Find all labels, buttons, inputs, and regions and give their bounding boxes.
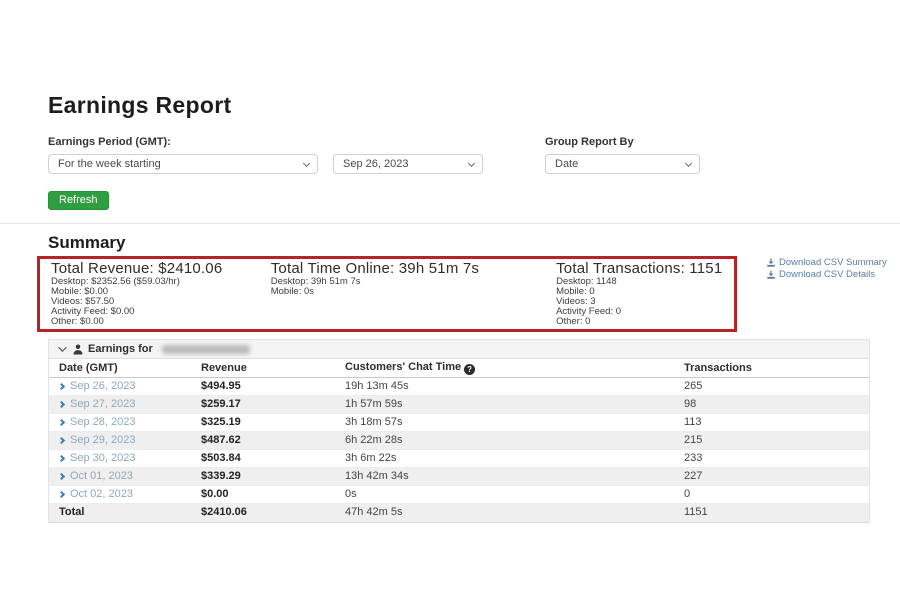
chevron-right-icon (58, 455, 65, 462)
chevron-right-icon (58, 401, 65, 408)
period-type-select[interactable]: For the week starting (48, 154, 318, 174)
revenue-cell: $325.19 (191, 413, 335, 431)
col-header-chat-time: Customers' Chat Time? (335, 359, 674, 377)
time-mobile-line: Mobile: 0s (271, 287, 545, 297)
earnings-for-label: Earnings for (88, 343, 153, 355)
col-header-transactions: Transactions (674, 359, 869, 377)
total-chat-time-cell: 47h 42m 5s (335, 503, 674, 521)
date-link[interactable]: Oct 01, 2023 (59, 470, 133, 482)
date-link[interactable]: Sep 27, 2023 (59, 398, 135, 410)
table-row: Oct 02, 2023 $0.00 0s 0 (49, 485, 869, 503)
revenue-cell: $259.17 (191, 395, 335, 413)
chevron-down-icon (685, 160, 692, 167)
earnings-period-label: Earnings Period (GMT): (48, 136, 483, 149)
revenue-cell: $0.00 (191, 485, 335, 503)
revenue-cell: $494.95 (191, 377, 335, 395)
download-icon (766, 270, 776, 280)
revenue-cell: $487.62 (191, 431, 335, 449)
transactions-cell: 233 (674, 449, 869, 467)
date-link[interactable]: Sep 29, 2023 (59, 434, 135, 446)
filters-bar: Earnings Period (GMT): For the week star… (48, 136, 870, 174)
total-transactions-cell: 1151 (674, 503, 869, 521)
date-link[interactable]: Oct 02, 2023 (59, 488, 133, 500)
chat-time-cell: 3h 18m 57s (335, 413, 674, 431)
summary-highlight-box: Total Revenue: $2410.06 Desktop: $2352.5… (37, 256, 737, 332)
summary-section: Total Revenue: $2410.06 Desktop: $2352.5… (48, 256, 870, 332)
transactions-cell: 113 (674, 413, 869, 431)
earnings-table-header-row: Date (GMT) Revenue Customers' Chat Time?… (49, 359, 869, 377)
total-revenue-title: Total Revenue: $2410.06 (51, 260, 260, 277)
page-title: Earnings Report (48, 92, 870, 118)
period-type-select-value: For the week starting (58, 158, 161, 170)
col-header-revenue: Revenue (191, 359, 335, 377)
total-revenue-cell: $2410.06 (191, 503, 335, 521)
chat-time-cell: 6h 22m 28s (335, 431, 674, 449)
total-time-online-block: Total Time Online: 39h 51m 7s Desktop: 3… (260, 260, 545, 327)
redacted-username (162, 345, 250, 354)
date-link[interactable]: Sep 28, 2023 (59, 416, 135, 428)
date-link[interactable]: Sep 26, 2023 (59, 380, 135, 392)
earnings-report-page: Earnings Report Earnings Period (GMT): F… (0, 92, 900, 600)
total-transactions-title: Total Transactions: 1151 (556, 260, 734, 277)
table-row: Sep 27, 2023 $259.17 1h 57m 59s 98 (49, 395, 869, 413)
person-icon (73, 344, 83, 355)
download-csv-summary-label: Download CSV Summary (779, 257, 887, 269)
chevron-right-icon (58, 437, 65, 444)
col-header-date: Date (GMT) (49, 359, 191, 377)
download-csv-summary-link[interactable]: Download CSV Summary (766, 257, 900, 269)
period-date-select-value: Sep 26, 2023 (343, 158, 408, 170)
group-by-select[interactable]: Date (545, 154, 700, 174)
chat-time-cell: 3h 6m 22s (335, 449, 674, 467)
table-row: Sep 26, 2023 $494.95 19h 13m 45s 265 (49, 377, 869, 395)
chevron-right-icon (58, 473, 65, 480)
transactions-cell: 227 (674, 467, 869, 485)
total-label: Total (49, 503, 191, 521)
total-transactions-block: Total Transactions: 1151 Desktop: 1148 M… (545, 260, 734, 327)
summary-heading: Summary (48, 233, 870, 253)
chevron-right-icon (58, 383, 65, 390)
earnings-table-header-bar[interactable]: Earnings for (49, 340, 869, 359)
chevron-down-icon (303, 160, 310, 167)
transactions-cell: 265 (674, 377, 869, 395)
group-report-by-label: Group Report By (545, 136, 700, 149)
earnings-table: Date (GMT) Revenue Customers' Chat Time?… (49, 359, 869, 522)
table-row: Sep 28, 2023 $325.19 3h 18m 57s 113 (49, 413, 869, 431)
transactions-cell: 0 (674, 485, 869, 503)
chevron-right-icon (58, 491, 65, 498)
date-link[interactable]: Sep 30, 2023 (59, 452, 135, 464)
refresh-button[interactable]: Refresh (48, 191, 109, 210)
group-by-select-value: Date (555, 158, 578, 170)
chat-time-cell: 13h 42m 34s (335, 467, 674, 485)
earnings-period-group: Earnings Period (GMT): For the week star… (48, 136, 483, 174)
total-time-online-title: Total Time Online: 39h 51m 7s (271, 260, 545, 277)
table-row: Oct 01, 2023 $339.29 13h 42m 34s 227 (49, 467, 869, 485)
period-date-select[interactable]: Sep 26, 2023 (333, 154, 483, 174)
table-row: Sep 30, 2023 $503.84 3h 6m 22s 233 (49, 449, 869, 467)
transactions-other-line: Other: 0 (556, 317, 734, 327)
earnings-table-card: Earnings for Date (GMT) Revenue Customer… (48, 339, 870, 523)
chat-time-cell: 1h 57m 59s (335, 395, 674, 413)
section-divider (0, 223, 900, 224)
revenue-cell: $503.84 (191, 449, 335, 467)
download-icon (766, 258, 776, 268)
chevron-right-icon (58, 419, 65, 426)
revenue-cell: $339.29 (191, 467, 335, 485)
chat-time-cell: 0s (335, 485, 674, 503)
collapse-caret-icon[interactable] (58, 343, 66, 351)
transactions-cell: 215 (674, 431, 869, 449)
total-revenue-block: Total Revenue: $2410.06 Desktop: $2352.5… (40, 260, 260, 327)
total-row: Total $2410.06 47h 42m 5s 1151 (49, 503, 869, 521)
chat-time-cell: 19h 13m 45s (335, 377, 674, 395)
revenue-other-line: Other: $0.00 (51, 317, 260, 327)
download-csv-details-label: Download CSV Details (779, 269, 875, 281)
download-csv-details-link[interactable]: Download CSV Details (766, 269, 900, 281)
help-icon[interactable]: ? (464, 364, 475, 375)
transactions-cell: 98 (674, 395, 869, 413)
group-report-by-group: Group Report By Date (545, 136, 700, 174)
table-row: Sep 29, 2023 $487.62 6h 22m 28s 215 (49, 431, 869, 449)
csv-downloads: Download CSV Summary Download CSV Detail… (766, 257, 900, 281)
chevron-down-icon (468, 160, 475, 167)
